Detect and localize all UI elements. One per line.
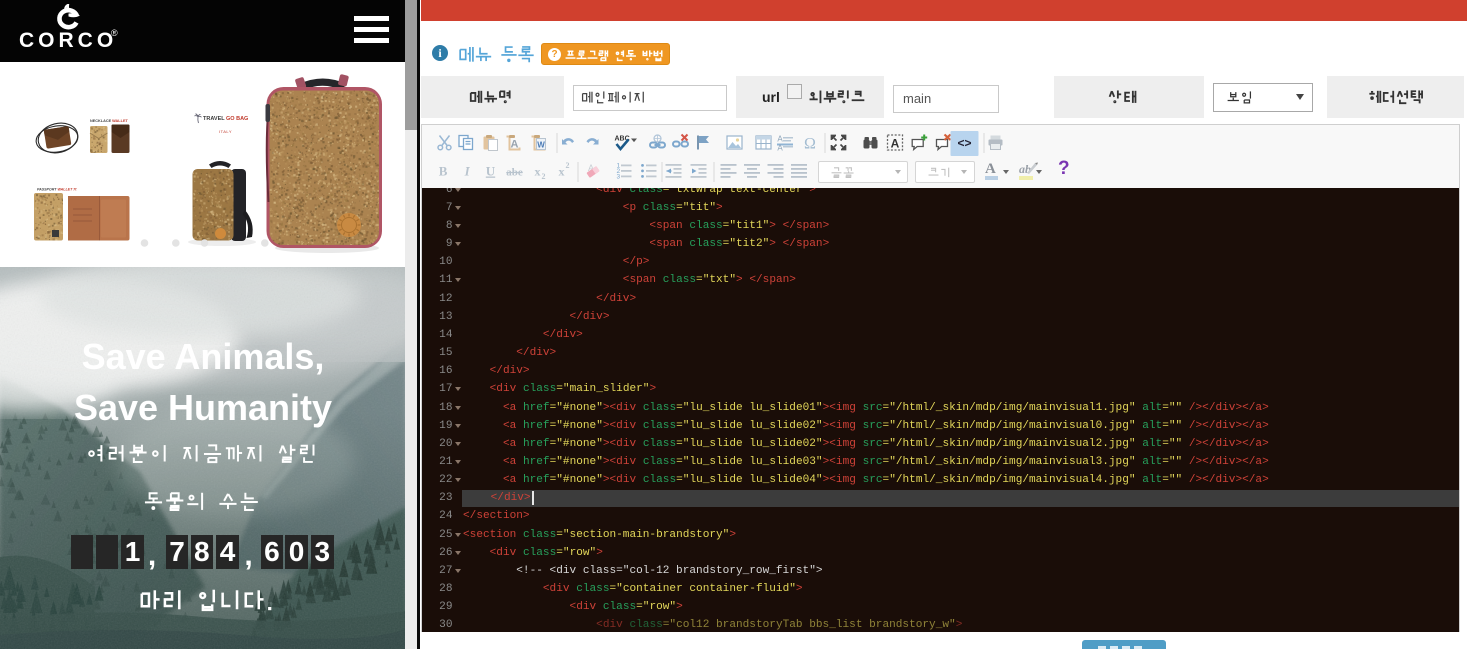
svg-text:<>: <> bbox=[957, 136, 971, 150]
svg-text:W: W bbox=[537, 141, 545, 150]
svg-text:I: I bbox=[463, 164, 470, 179]
svg-text:B: B bbox=[438, 164, 447, 179]
svg-text:A: A bbox=[777, 144, 783, 153]
svg-text:2: 2 bbox=[565, 161, 569, 170]
svg-text:A: A bbox=[777, 135, 783, 144]
svg-text:A: A bbox=[510, 139, 518, 151]
svg-text:abe: abe bbox=[506, 167, 523, 179]
svg-text:x: x bbox=[558, 165, 564, 179]
svg-text:3: 3 bbox=[616, 174, 620, 181]
svg-text:U: U bbox=[485, 164, 495, 179]
svg-text:A: A bbox=[890, 137, 899, 151]
svg-text:Ω: Ω bbox=[803, 136, 815, 153]
svg-text:2: 2 bbox=[541, 172, 545, 181]
svg-text:x: x bbox=[534, 165, 540, 179]
